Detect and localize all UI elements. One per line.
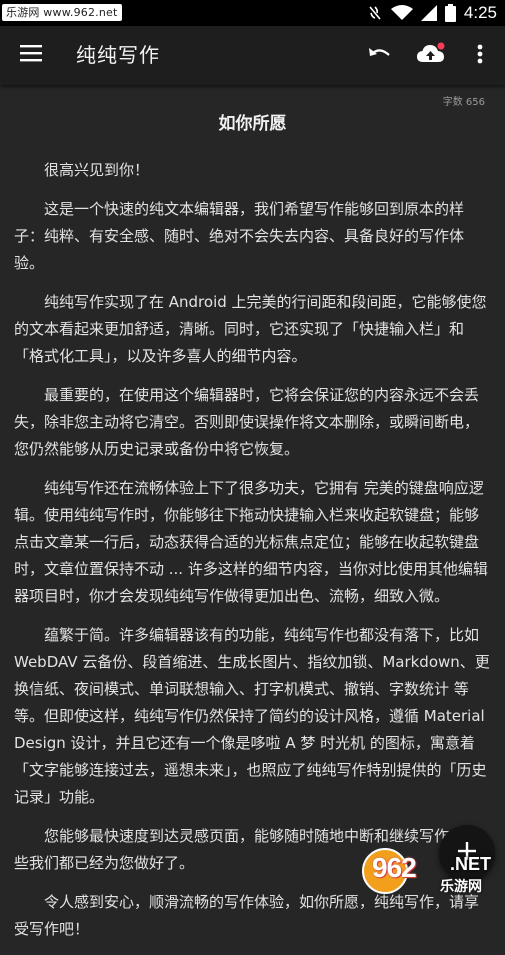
status-bar: 乐游网 www.962.net 4:25 [0,0,505,26]
paragraph[interactable]: 蕴繁于简。许多编辑器该有的功能，纯纯写作也都没有落下，比如 WebDAV 云备份… [14,622,492,811]
menu-icon [20,44,42,66]
watermark-net: .NET [450,854,492,874]
no-sim-icon [367,4,383,22]
paragraph[interactable]: 纯纯写作还在流畅体验上下了很多功夫，它拥有 完美的键盘响应逻辑。使用纯纯写作时，… [14,475,492,610]
status-icons: 4:25 [367,0,497,26]
status-clock: 4:25 [463,3,497,22]
app-toolbar: 纯纯写作 [0,26,505,85]
watermark-number: 962 [372,852,417,883]
watermark-site: 乐游网 [440,879,482,895]
signal-icon [420,5,437,21]
document-body[interactable]: 很高兴见到你！ 这是一个快速的纯文本编辑器，我们希望写作能够回到原本的样子：纯粹… [14,157,492,955]
editor-area[interactable]: 字数 656 如你所愿 很高兴见到你！ 这是一个快速的纯文本编辑器，我们希望写作… [0,85,505,938]
paragraph[interactable]: 这是一个快速的纯文本编辑器，我们希望写作能够回到原本的样子：纯粹、有安全感、随时… [14,196,492,277]
more-options-button[interactable] [466,40,494,72]
app-title: 纯纯写作 [76,43,160,67]
wifi-icon [390,5,413,21]
document-title[interactable]: 如你所愿 [0,111,505,137]
word-count: 字数 656 [442,97,485,108]
menu-button[interactable] [14,38,48,72]
paragraph[interactable]: 纯纯写作实现了在 Android 上完美的行间距和段间距，它能够使您的文本看起来… [14,289,492,370]
watermark-top: 乐游网 www.962.net [2,4,122,21]
cloud-sync-button[interactable] [414,40,448,72]
undo-button[interactable] [364,40,396,72]
watermark-bottom: 962 .NET 乐游网 [362,846,502,898]
battery-icon [444,4,456,22]
undo-icon [368,46,392,66]
paragraph[interactable]: 很高兴见到你！ [14,157,492,184]
more-vert-icon [477,44,483,68]
cloud-upload-icon [416,42,446,70]
paragraph[interactable]: 最重要的，在使用这个编辑器时，它将会保证您的内容永远不会丢失，除非您主动将它清空… [14,382,492,463]
